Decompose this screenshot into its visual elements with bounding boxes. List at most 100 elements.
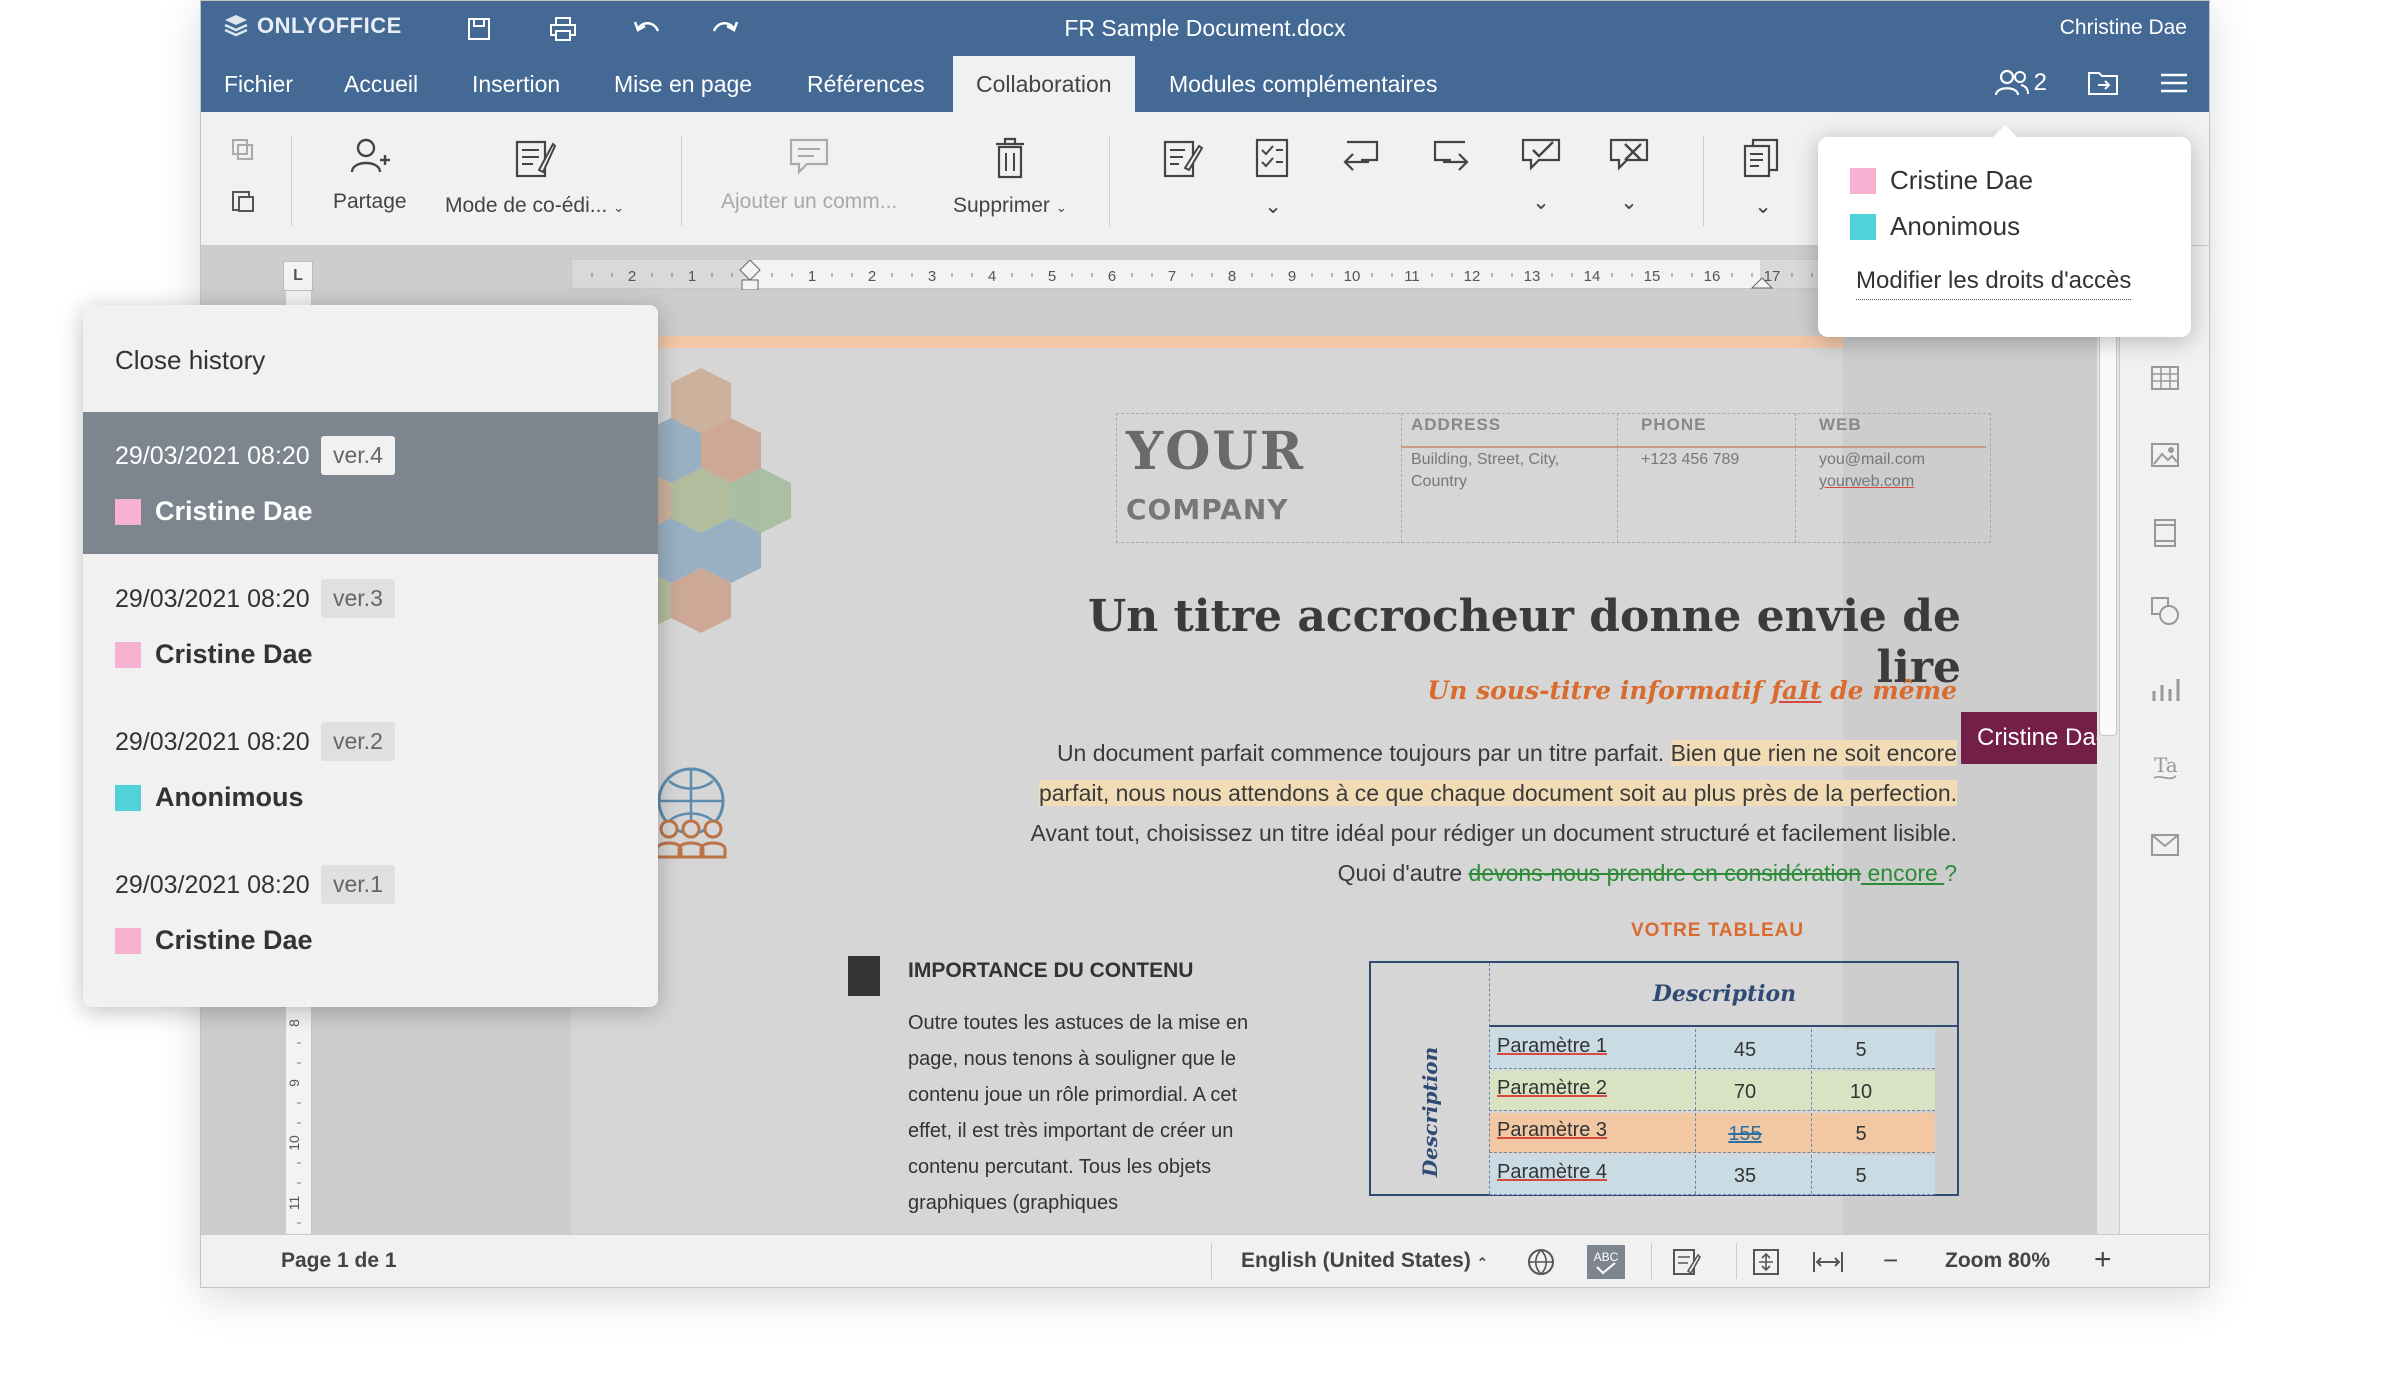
- language-selector[interactable]: English (United States) ⌃: [1241, 1249, 1488, 1273]
- image-settings-icon[interactable]: [2148, 438, 2182, 472]
- next-change-button[interactable]: [1429, 136, 1473, 176]
- table-cell: Paramètre 2: [1497, 1077, 1608, 1099]
- svg-text:5: 5: [1048, 268, 1056, 285]
- mail-merge-icon[interactable]: [2148, 828, 2182, 862]
- coedit-mode-button[interactable]: Mode de co-édi... ⌄: [445, 136, 624, 218]
- display-mode-button[interactable]: ⌄: [1251, 136, 1295, 219]
- edit-access-rights-link[interactable]: Modifier les droits d'accès: [1856, 267, 2132, 300]
- zoom-out-button[interactable]: −: [1883, 1245, 1898, 1276]
- data-table: Description Description Paramètre 1 45 5 Pa…: [1369, 961, 1959, 1196]
- share-label: Partage: [333, 190, 407, 213]
- hamburger-menu-icon[interactable]: [2159, 71, 2189, 95]
- add-comment-button[interactable]: Ajouter un comm...: [721, 136, 897, 214]
- svg-text:1: 1: [688, 268, 696, 285]
- users-icon: [1994, 69, 2029, 96]
- phone-text: +123 456 789: [1641, 451, 1740, 468]
- version-author: Cristine Dae: [115, 639, 313, 670]
- fit-page-icon[interactable]: [1751, 1247, 1781, 1283]
- track-changes-button[interactable]: [1161, 136, 1205, 180]
- reject-change-button[interactable]: ⌄: [1607, 136, 1651, 215]
- text-art-settings-icon[interactable]: Ta: [2148, 750, 2182, 784]
- history-version-item[interactable]: 29/03/2021 08:20 ver.3 Cristine Dae: [83, 555, 658, 697]
- horizontal-ruler[interactable]: 2 1 1 2 3 4 5 6 7 8 9 10 11 12 13 14 15 16 17: [571, 259, 1841, 290]
- intro-paragraph: Un document parfait commence toujours pa…: [1030, 740, 1957, 886]
- version-date: 29/03/2021 08:20: [115, 728, 310, 756]
- svg-text:3: 3: [928, 268, 936, 285]
- phone-heading: PHONE: [1641, 415, 1707, 434]
- version-author: Anonimous: [115, 782, 304, 813]
- history-version-item[interactable]: 29/03/2021 08:20 ver.2 Anonimous: [83, 698, 658, 840]
- tab-collaboration[interactable]: Collaboration: [953, 56, 1135, 112]
- svg-text:10: 10: [286, 1135, 302, 1151]
- track-changes-status-icon[interactable]: [1671, 1247, 1701, 1283]
- version-badge: ver.2: [321, 722, 395, 761]
- title-bar: ONLYOFFICE FR Sample Document.docx Chris…: [201, 1, 2209, 56]
- tab-layout[interactable]: Mise en page: [591, 56, 775, 112]
- shape-settings-icon[interactable]: [2148, 594, 2182, 628]
- table-row: Paramètre 2 70 10: [1489, 1071, 1935, 1111]
- previous-change-button[interactable]: [1339, 136, 1383, 176]
- share-icon: [350, 138, 390, 173]
- svg-text:14: 14: [1584, 268, 1601, 285]
- tab-references[interactable]: Références: [784, 56, 948, 112]
- users-button[interactable]: 2: [1994, 68, 2047, 98]
- coedit-mode-label: Mode de co-édi... ⌄: [445, 194, 625, 217]
- version-date: 29/03/2021 08:20: [115, 871, 310, 899]
- user-color-swatch: [115, 927, 141, 954]
- section-paragraph: Outre toutes les astuces de la mise en p…: [908, 1012, 1249, 1214]
- paste-icon[interactable]: [229, 188, 257, 214]
- vertical-scrollbar[interactable]: [2097, 246, 2119, 1236]
- previous-change-icon: [1343, 140, 1379, 171]
- tab-home[interactable]: Accueil: [321, 56, 441, 112]
- track-changes-icon: [1163, 140, 1204, 178]
- delete-button[interactable]: Supprimer ⌄: [953, 136, 1067, 218]
- toolbar-separator: [291, 136, 292, 226]
- table-row-header: Description: [1418, 1046, 1442, 1177]
- svg-text:12: 12: [1464, 268, 1481, 285]
- zoom-level[interactable]: Zoom 80%: [1945, 1249, 2050, 1273]
- svg-text:1: 1: [808, 268, 816, 285]
- accept-change-button[interactable]: ⌄: [1519, 136, 1563, 215]
- compare-button[interactable]: ⌄: [1741, 136, 1785, 219]
- fit-width-icon[interactable]: [1811, 1247, 1845, 1283]
- close-history-button[interactable]: Close history: [115, 345, 265, 376]
- users-popup: Cristine Dae Anonimous Modifier les droi…: [1818, 125, 2191, 337]
- chevron-down-icon: ⌄: [1620, 191, 1638, 214]
- table-cell: Paramètre 3: [1497, 1119, 1608, 1141]
- address-heading: ADDRESS: [1411, 415, 1502, 434]
- svg-text:8: 8: [1228, 268, 1236, 285]
- open-location-icon[interactable]: [2087, 69, 2119, 97]
- svg-text:6: 6: [1108, 268, 1116, 285]
- chevron-down-icon: ⌄: [1264, 195, 1282, 218]
- toolbar-separator: [1703, 136, 1704, 226]
- chart-settings-icon[interactable]: [2148, 672, 2182, 706]
- svg-text:2: 2: [628, 268, 636, 285]
- tab-file[interactable]: Fichier: [201, 56, 316, 112]
- user-color-swatch: [115, 784, 141, 811]
- copy-icon[interactable]: [229, 138, 257, 162]
- trash-icon: [995, 137, 1024, 179]
- section-marker: [848, 956, 880, 996]
- table-cell: 10: [1849, 1081, 1873, 1103]
- svg-text:11: 11: [286, 1196, 302, 1211]
- user-color-swatch: [1850, 167, 1876, 194]
- header-footer-settings-icon[interactable]: [2148, 516, 2182, 550]
- version-badge: ver.3: [321, 579, 395, 618]
- spellcheck-icon[interactable]: ABC: [1587, 1245, 1625, 1285]
- history-version-item[interactable]: 29/03/2021 08:20 ver.1 Cristine Dae: [83, 841, 658, 983]
- version-author: Cristine Dae: [115, 496, 313, 527]
- chevron-down-icon: ⌄: [613, 200, 625, 215]
- share-button[interactable]: Partage: [333, 136, 407, 214]
- history-version-item[interactable]: 29/03/2021 08:20 ver.4 Cristine Dae: [83, 412, 658, 554]
- table-row: Paramètre 3 155 5: [1489, 1113, 1935, 1153]
- tab-plugins[interactable]: Modules complémentaires: [1146, 56, 1460, 112]
- tab-insert[interactable]: Insertion: [449, 56, 583, 112]
- table-row: Paramètre 4 35 5: [1489, 1155, 1935, 1195]
- table-settings-icon[interactable]: [2148, 361, 2182, 395]
- delete-label: Supprimer ⌄: [953, 194, 1067, 217]
- zoom-in-button[interactable]: +: [2094, 1243, 2112, 1277]
- add-comment-label: Ajouter un comm...: [721, 190, 898, 213]
- user-color-swatch: [1850, 213, 1876, 240]
- document-language-icon[interactable]: [1526, 1247, 1556, 1283]
- tab-stop-selector[interactable]: L: [283, 261, 313, 291]
